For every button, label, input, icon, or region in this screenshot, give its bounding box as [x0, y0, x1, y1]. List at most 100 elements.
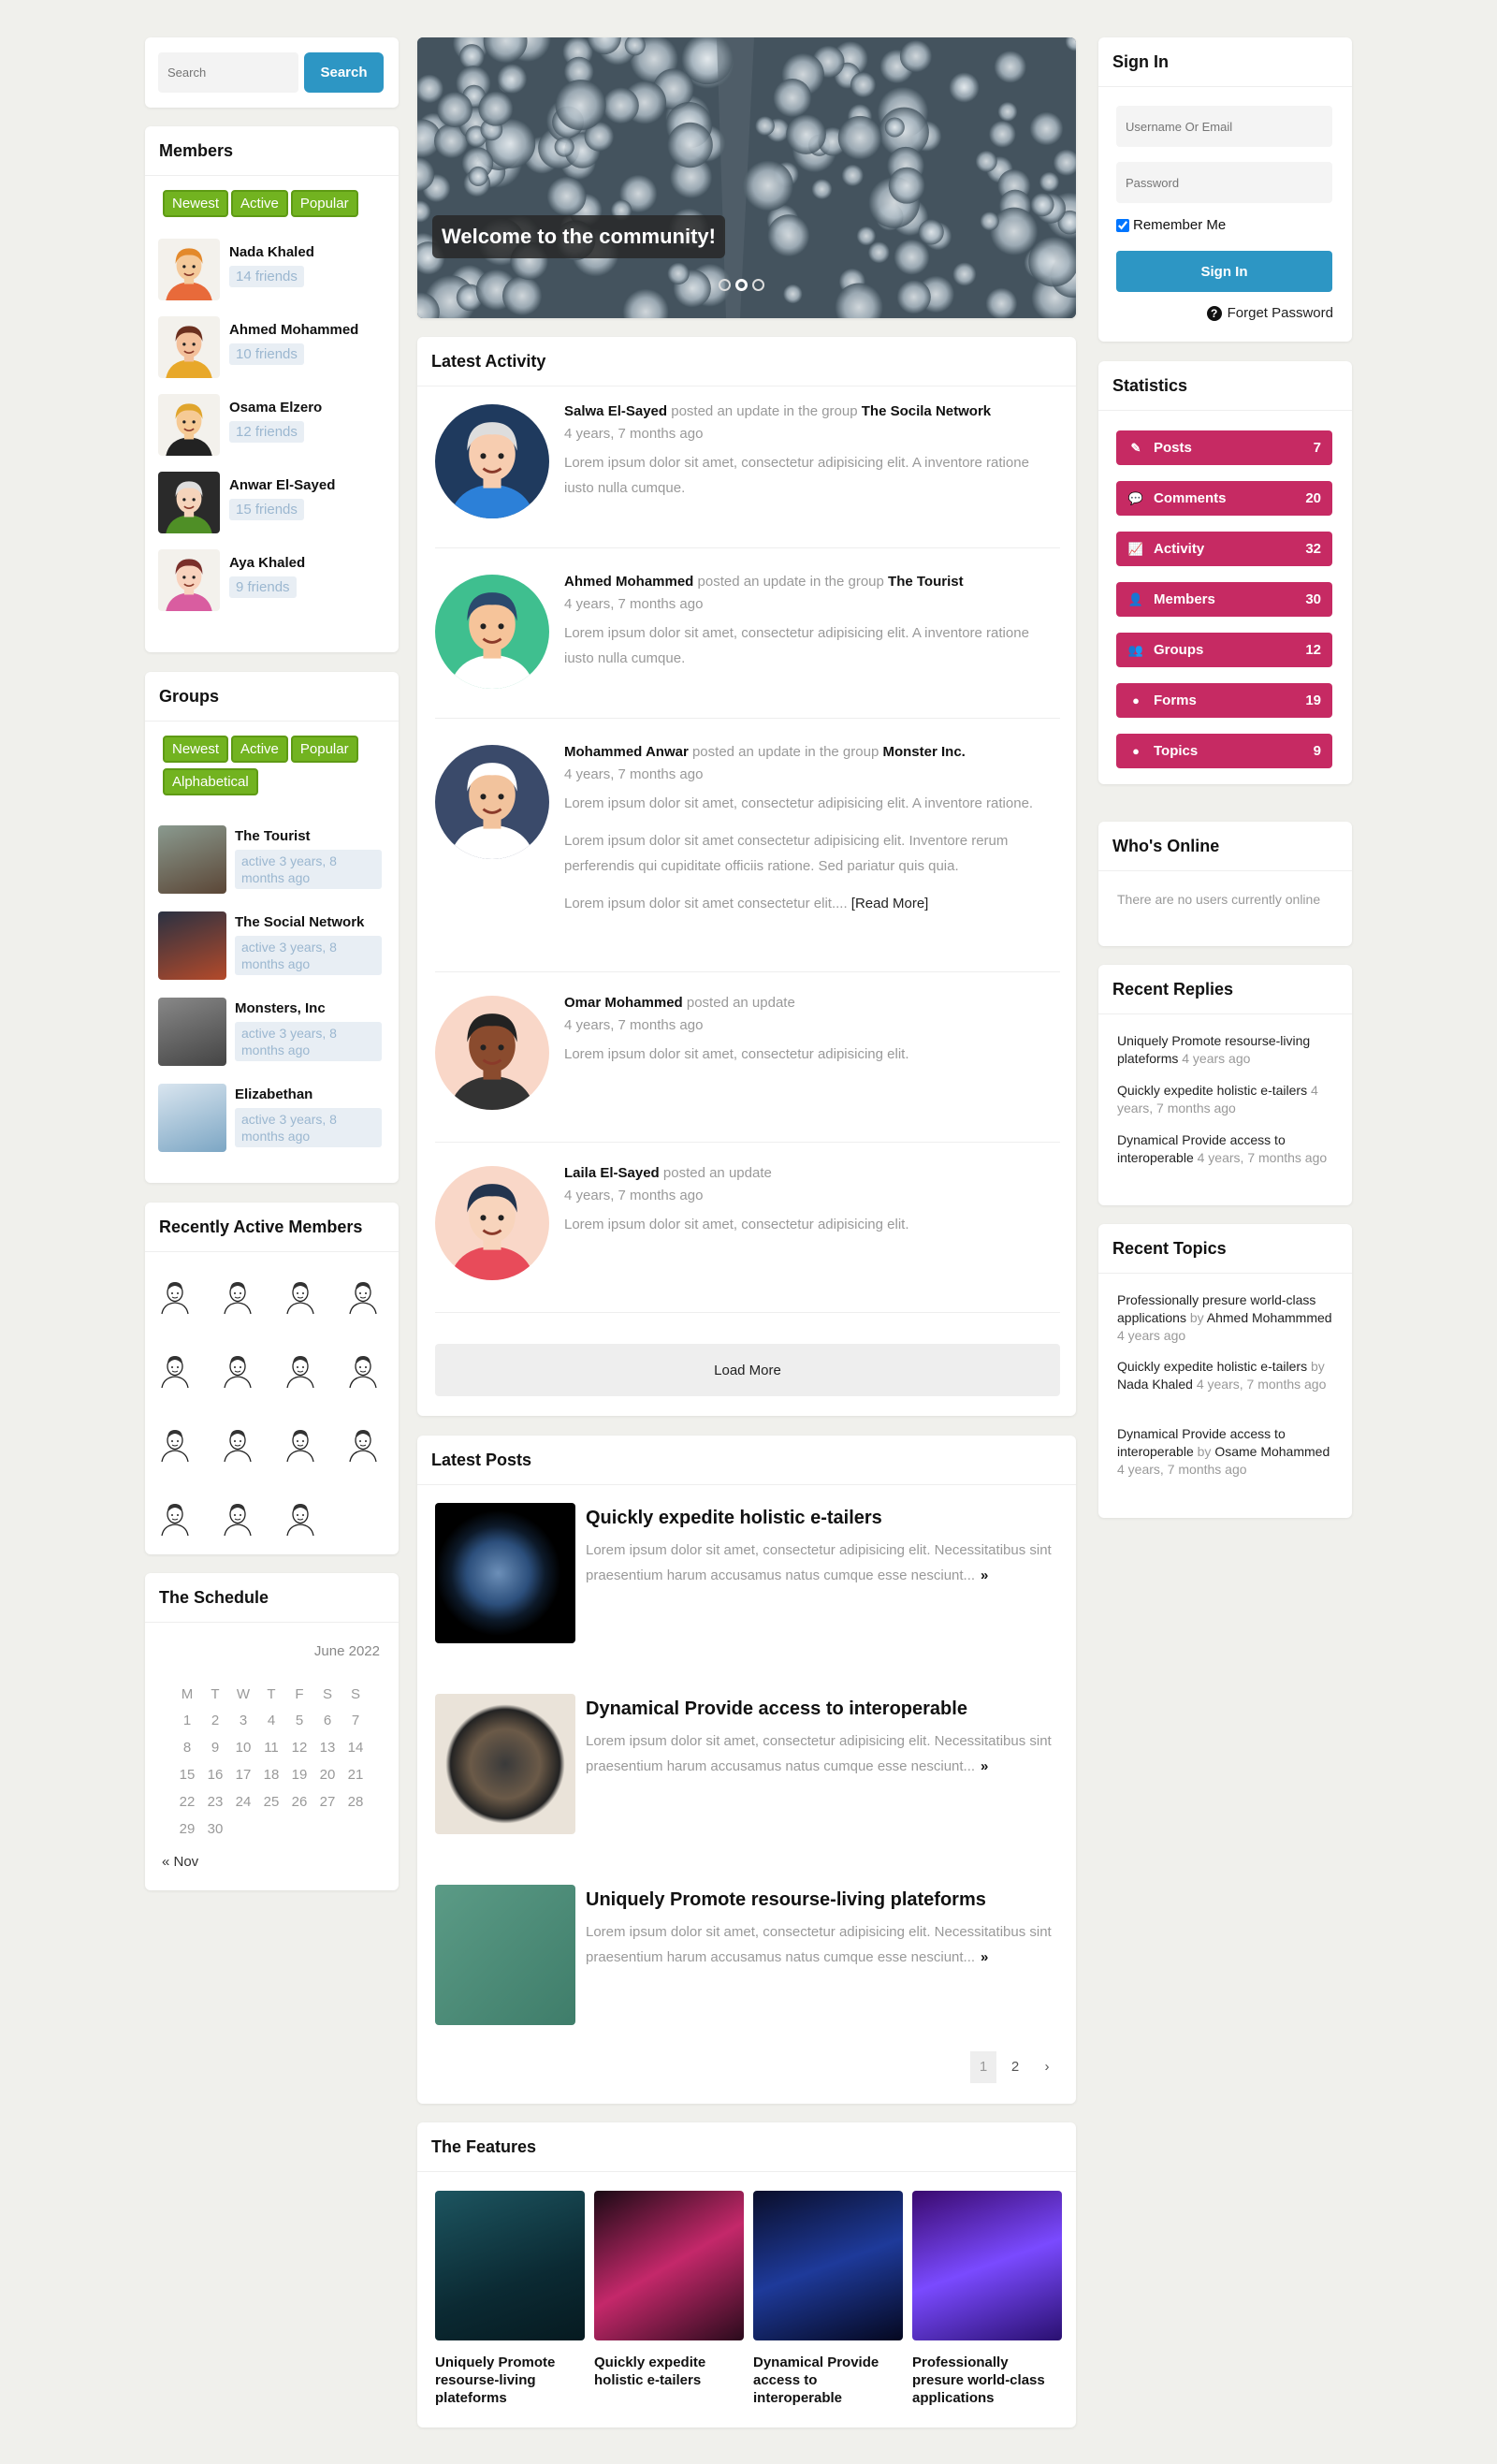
member-avatar[interactable] [158, 239, 220, 300]
post-title[interactable]: Dynamical Provide access to interoperabl… [586, 1699, 967, 1720]
calendar-day[interactable]: 4 [257, 1707, 285, 1734]
calendar-day[interactable]: 12 [285, 1734, 313, 1761]
recent-member-avatar[interactable] [219, 1268, 256, 1322]
calendar-day[interactable]: 18 [257, 1761, 285, 1788]
read-more-icon[interactable]: » [981, 1758, 988, 1774]
group-image[interactable] [158, 911, 226, 980]
group-image[interactable] [158, 1084, 226, 1152]
recent-member-avatar[interactable] [156, 1416, 194, 1470]
slider-dot-active[interactable] [735, 279, 748, 291]
stat-members[interactable]: 👤 Members 30 [1116, 582, 1332, 617]
activity-user[interactable]: Laila El-Sayed [564, 1165, 660, 1181]
topic-author[interactable]: Ahmed Mohammmed [1207, 1310, 1332, 1325]
calendar-day[interactable]: 9 [201, 1734, 229, 1761]
calendar-day[interactable]: 17 [229, 1761, 257, 1788]
recent-member-avatar[interactable] [344, 1342, 382, 1396]
calendar-day[interactable]: 7 [342, 1707, 370, 1734]
member-item[interactable]: Anwar El-Sayed 15 friends [158, 472, 383, 533]
calendar-day[interactable]: 25 [257, 1788, 285, 1815]
calendar-day[interactable]: 14 [342, 1734, 370, 1761]
feature-image[interactable] [912, 2191, 1062, 2340]
calendar-day[interactable]: 20 [313, 1761, 342, 1788]
filter-popular[interactable]: Popular [290, 190, 358, 217]
filter-newest[interactable]: Newest [163, 190, 229, 217]
slider-dot[interactable] [719, 279, 731, 291]
forget-password-link[interactable]: ? Forget Password [1206, 305, 1333, 321]
feature-caption[interactable]: Professionally presure world-class appli… [912, 2354, 1060, 2407]
read-more-link[interactable]: [Read More] [851, 896, 929, 911]
calendar-day[interactable]: 13 [313, 1734, 342, 1761]
password-field[interactable] [1116, 162, 1332, 203]
feature-image[interactable] [753, 2191, 903, 2340]
page-2[interactable]: 2 [1002, 2051, 1028, 2083]
recent-member-avatar[interactable] [156, 1342, 194, 1396]
post-title[interactable]: Uniquely Promote resourse-living platefo… [586, 1889, 986, 1911]
topic-author[interactable]: Osame Mohammed [1214, 1444, 1330, 1459]
remember-me[interactable]: Remember Me [1116, 217, 1226, 233]
activity-user[interactable]: Ahmed Mohammed [564, 574, 693, 590]
post-image[interactable] [435, 1503, 575, 1643]
recent-member-avatar[interactable] [282, 1268, 319, 1322]
member-name[interactable]: Ahmed Mohammed [229, 322, 358, 338]
load-more-button[interactable]: Load More [435, 1344, 1060, 1396]
activity-user[interactable]: Omar Mohammed [564, 995, 683, 1011]
activity-user[interactable]: Salwa El-Sayed [564, 403, 667, 419]
calendar-prev-link[interactable]: « Nov [162, 1854, 198, 1870]
recent-member-avatar[interactable] [156, 1268, 194, 1322]
stat-posts[interactable]: ✎ Posts 7 [1116, 430, 1332, 465]
activity-group[interactable]: The Tourist [888, 574, 964, 590]
group-image[interactable] [158, 825, 226, 894]
group-name[interactable]: Monsters, Inc [235, 1000, 326, 1016]
filter-popular[interactable]: Popular [290, 736, 358, 763]
recent-member-avatar[interactable] [344, 1416, 382, 1470]
activity-avatar[interactable] [435, 745, 549, 859]
calendar-day[interactable]: 3 [229, 1707, 257, 1734]
activity-group[interactable]: Monster Inc. [882, 744, 965, 760]
activity-group[interactable]: The Socila Network [862, 403, 991, 419]
recent-member-avatar[interactable] [219, 1416, 256, 1470]
group-name[interactable]: The Social Network [235, 914, 364, 930]
member-avatar[interactable] [158, 549, 220, 611]
feature-image[interactable] [594, 2191, 744, 2340]
remember-checkbox[interactable] [1116, 218, 1129, 232]
calendar-day[interactable]: 29 [173, 1815, 201, 1843]
recent-member-avatar[interactable] [282, 1416, 319, 1470]
username-field[interactable] [1116, 106, 1332, 147]
reply-link[interactable]: Quickly expedite holistic e-tailers [1117, 1083, 1307, 1098]
stat-groups[interactable]: 👥 Groups 12 [1116, 633, 1332, 667]
member-item[interactable]: Aya Khaled 9 friends [158, 549, 383, 611]
calendar-day[interactable]: 10 [229, 1734, 257, 1761]
recent-member-avatar[interactable] [344, 1268, 382, 1322]
calendar-day[interactable]: 22 [173, 1788, 201, 1815]
post-image[interactable] [435, 1694, 575, 1834]
signin-button[interactable]: Sign In [1116, 251, 1332, 292]
recent-member-avatar[interactable] [156, 1490, 194, 1544]
member-name[interactable]: Nada Khaled [229, 244, 314, 260]
group-item[interactable]: The Tourist active 3 years, 8 months ago [158, 825, 387, 896]
calendar-day[interactable]: 21 [342, 1761, 370, 1788]
group-name[interactable]: The Tourist [235, 828, 311, 844]
filter-active[interactable]: Active [231, 190, 288, 217]
stat-topics[interactable]: ● Topics 9 [1116, 734, 1332, 768]
filter-newest[interactable]: Newest [163, 736, 229, 763]
recent-member-avatar[interactable] [219, 1342, 256, 1396]
page-1[interactable]: 1 [970, 2051, 996, 2083]
filter-alphabetical[interactable]: Alphabetical [163, 768, 258, 795]
topic-author[interactable]: Nada Khaled [1117, 1377, 1193, 1392]
stat-activity[interactable]: 📈 Activity 32 [1116, 532, 1332, 566]
calendar-day[interactable]: 6 [313, 1707, 342, 1734]
next-page-icon[interactable]: › [1034, 2051, 1060, 2083]
member-avatar[interactable] [158, 472, 220, 533]
calendar-day[interactable]: 8 [173, 1734, 201, 1761]
calendar-day[interactable]: 19 [285, 1761, 313, 1788]
read-more-icon[interactable]: » [981, 1949, 988, 1965]
recent-member-avatar[interactable] [219, 1490, 256, 1544]
activity-avatar[interactable] [435, 404, 549, 518]
member-item[interactable]: Ahmed Mohammed 10 friends [158, 316, 383, 378]
calendar-day[interactable]: 5 [285, 1707, 313, 1734]
search-input[interactable] [158, 52, 298, 93]
member-avatar[interactable] [158, 394, 220, 456]
stat-forms[interactable]: ● Forms 19 [1116, 683, 1332, 718]
member-name[interactable]: Anwar El-Sayed [229, 477, 335, 493]
feature-caption[interactable]: Quickly expedite holistic e-tailers [594, 2354, 742, 2389]
